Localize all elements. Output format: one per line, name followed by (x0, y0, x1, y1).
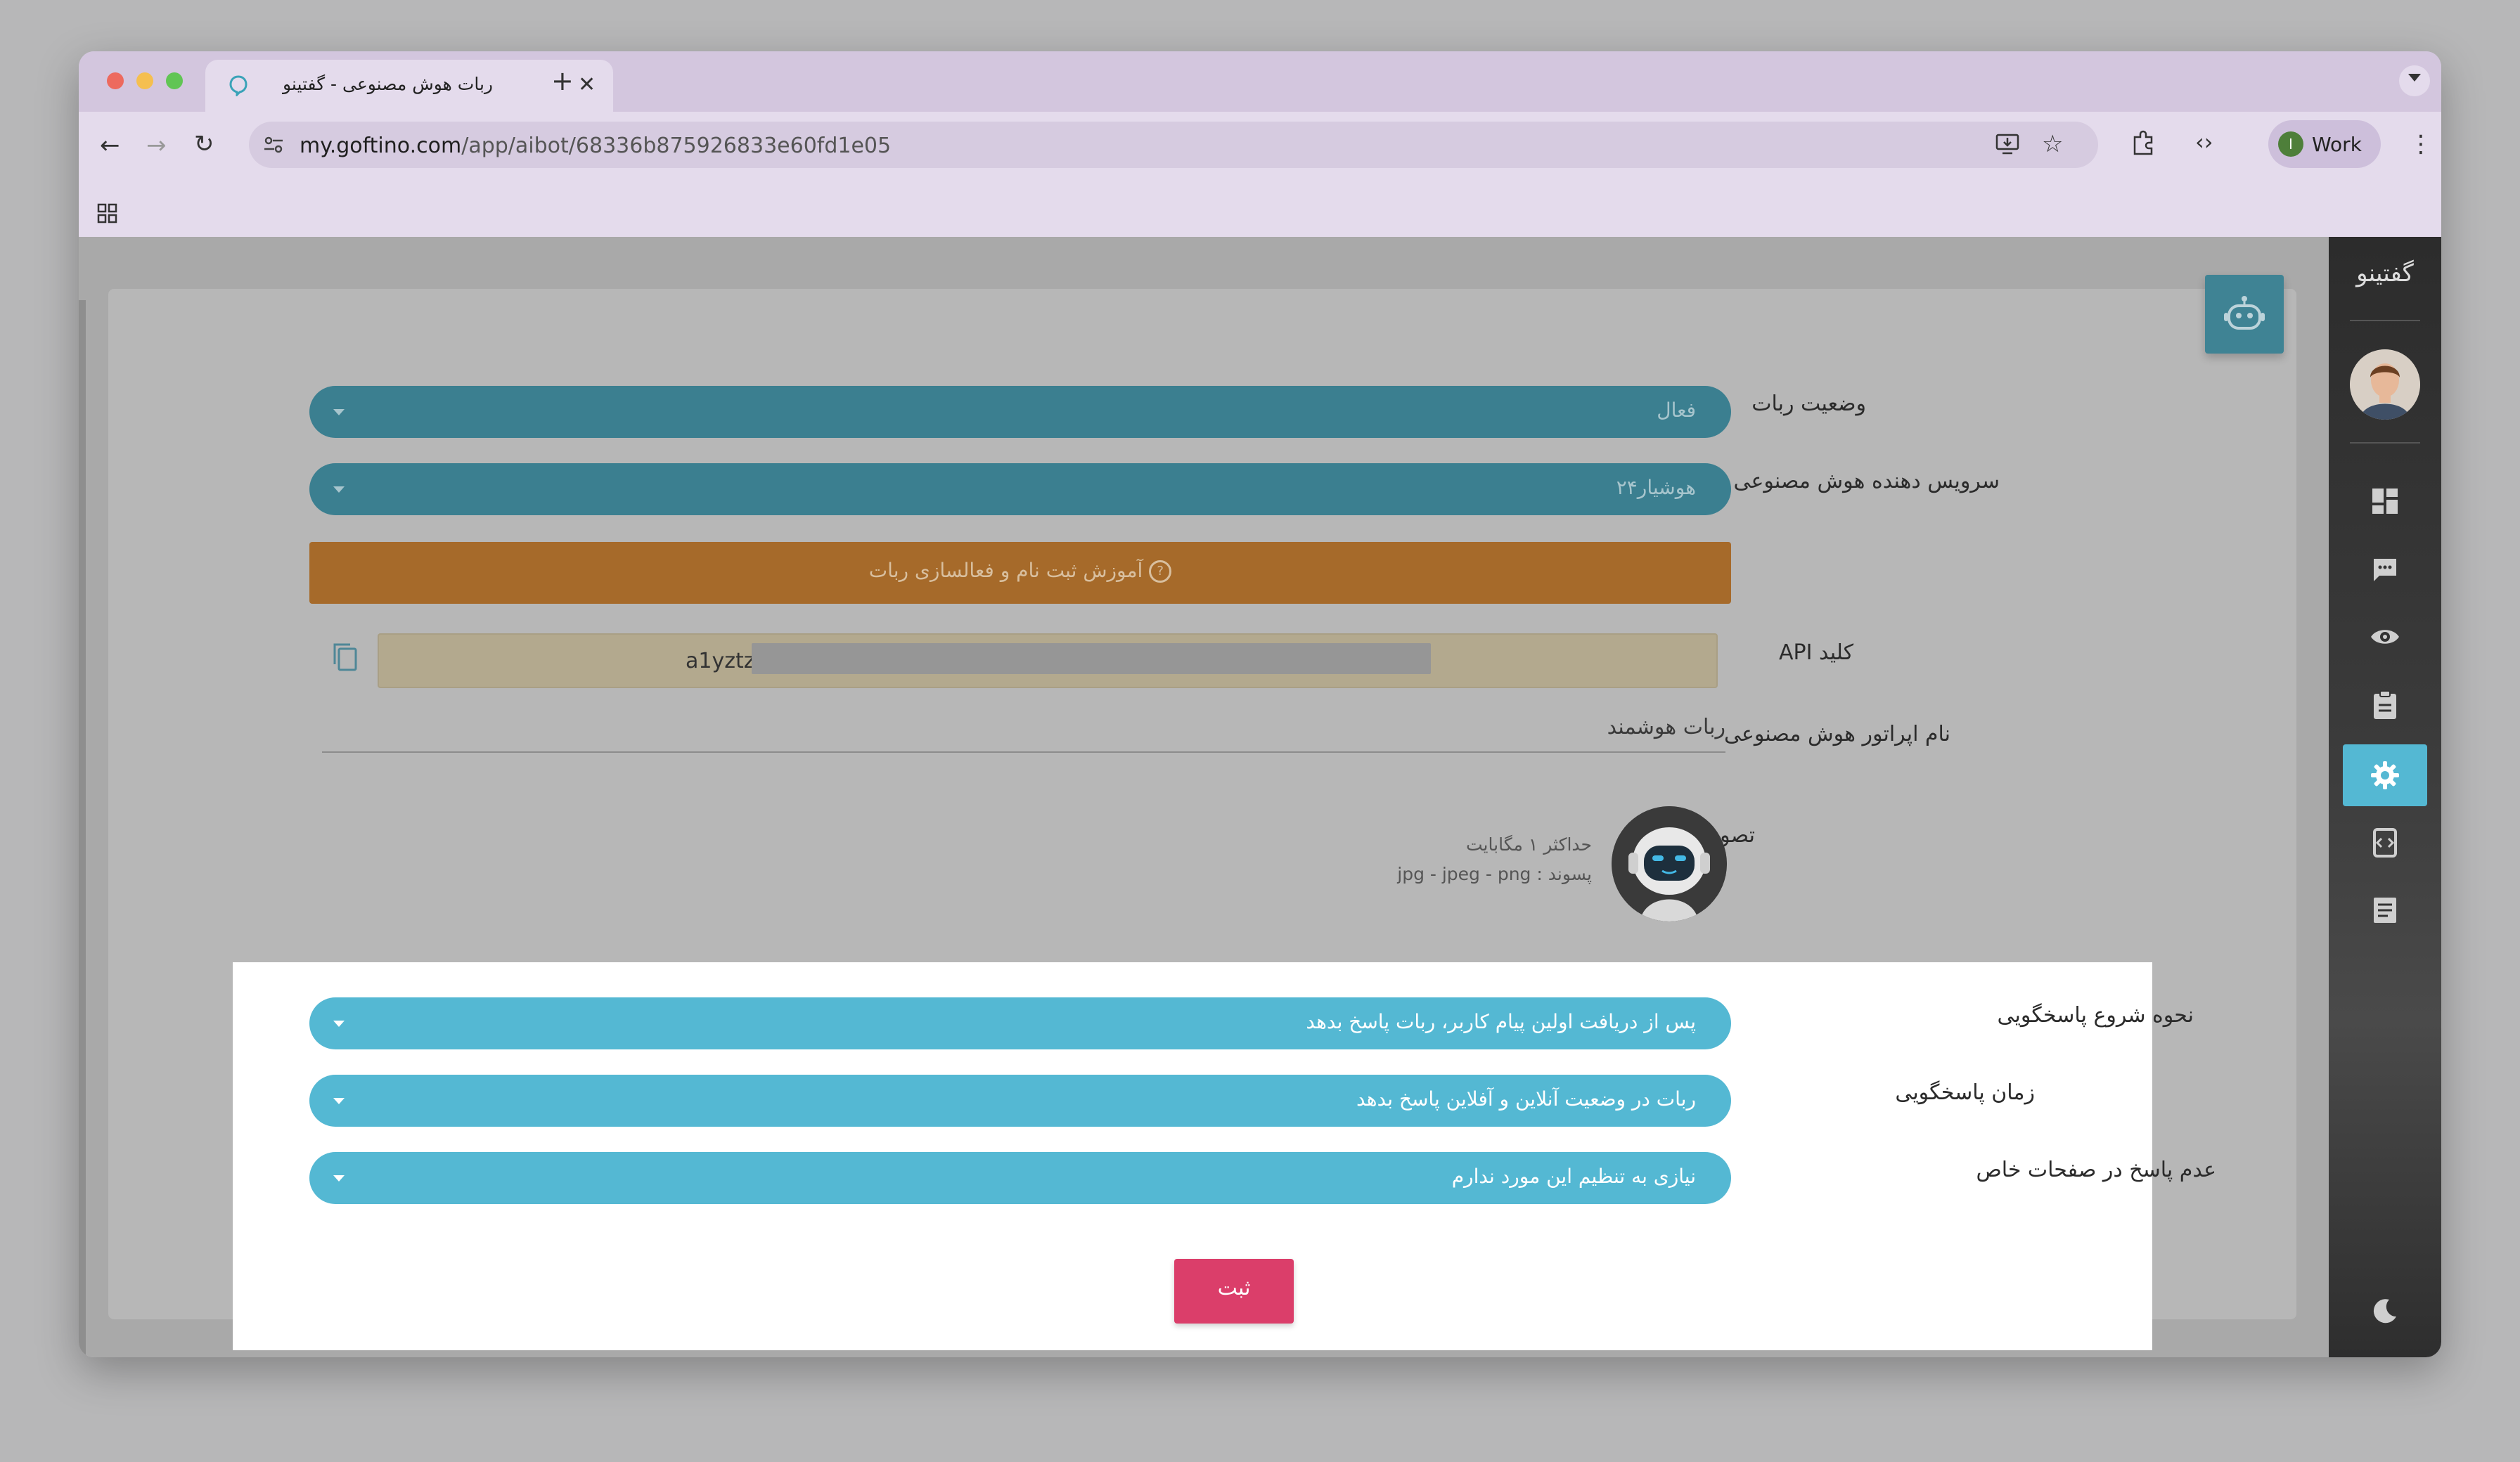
response-time-value: ربات در وضعیت آنلاین و آفلاین پاسخ بدهد (1356, 1087, 1696, 1111)
api-key-field[interactable]: a1yztz6 (378, 633, 1718, 688)
clipboard-icon[interactable] (2372, 690, 2398, 720)
chat-icon[interactable] (2371, 556, 2399, 584)
dashboard-icon[interactable] (2371, 487, 2399, 515)
bot-status-label: وضعیت ربات (1751, 392, 1866, 416)
url-text: my.goftino.com/app/aibot/68336b875926833… (300, 134, 892, 158)
tab-title: ربات هوش مصنوعی - گفتینو (283, 74, 493, 94)
ai-provider-value: هوشیار۲۴ (1616, 476, 1696, 499)
submit-button-label: ثبت (1217, 1276, 1251, 1300)
divider (2350, 320, 2420, 321)
chevron-down-icon (333, 1098, 345, 1104)
browser-menu-icon[interactable]: ⋮ (2409, 130, 2433, 158)
profile-label: Work (2312, 133, 2362, 156)
install-app-icon[interactable] (1995, 133, 2019, 155)
operator-name-input[interactable]: ربات هوشمند (322, 708, 1725, 753)
browser-toolbar: ← → ↻ my.goftino.com/app/aibot/68336b875… (79, 112, 2441, 193)
chevron-down-icon (333, 486, 345, 493)
operator-name-value: ربات هوشمند (1607, 715, 1725, 739)
highlighted-section: نحوه شروع پاسخگویی پس از دریافت اولین پی… (233, 962, 2216, 1350)
ai-provider-select[interactable]: هوشیار۲۴ (309, 463, 1731, 515)
page-content: وضعیت ربات فعال سرویس دهنده هوش مصنوعی ه… (79, 237, 2441, 1357)
help-circle-icon: ? (1149, 560, 1172, 583)
robot-icon (2223, 295, 2265, 332)
bot-status-value: فعال (1657, 399, 1696, 422)
scrollbar[interactable] (79, 300, 86, 1357)
ai-provider-label: سرویس دهنده هوش مصنوعی (1733, 469, 2000, 493)
address-bar[interactable]: my.goftino.com/app/aibot/68336b875926833… (249, 122, 2098, 168)
code-icon[interactable] (2372, 827, 2398, 858)
tutorial-button[interactable]: ? آموزش ثبت نام و فعالسازی ربات (309, 542, 1731, 604)
apps-grid-icon[interactable] (97, 203, 118, 224)
minimize-window-button[interactable] (136, 72, 153, 89)
document-icon[interactable] (2372, 896, 2398, 924)
response-start-value: پس از دریافت اولین پیام کاربر، ربات پاسخ… (1306, 1010, 1696, 1033)
app-sidebar: گفتینو (2329, 237, 2441, 1357)
operator-name-label: نام اپراتور هوش مصنوعی (1723, 722, 1950, 746)
tutorial-button-label: آموزش ثبت نام و فعالسازی ربات (868, 559, 1143, 582)
api-key-redaction (752, 643, 1431, 674)
bot-status-select[interactable]: فعال (309, 386, 1731, 438)
close-tab-icon[interactable]: ✕ (578, 72, 596, 97)
response-time-label: زمان پاسخگویی (1895, 1080, 2035, 1105)
bot-image-extension-hint: پسوند : jpg - jpeg - png (1397, 864, 1592, 884)
reload-icon[interactable]: ↻ (194, 130, 214, 158)
no-response-pages-label: عدم پاسخ در صفحات خاص (1976, 1158, 2216, 1182)
browser-window: ربات هوش مصنوعی - گفتینو ✕ + ← → ↻ my.go… (79, 51, 2441, 1357)
brand-logo[interactable]: گفتینو (2329, 259, 2441, 287)
no-response-pages-select[interactable]: نیازی به تنظیم این مورد ندارم (309, 1152, 1731, 1204)
bookmarks-bar (79, 193, 2441, 238)
gear-icon (2370, 760, 2400, 791)
moon-icon[interactable] (2371, 1297, 2399, 1325)
chevron-down-icon (333, 1175, 345, 1182)
close-window-button[interactable] (107, 72, 124, 89)
profile-avatar: I (2278, 131, 2303, 157)
bot-avatar[interactable] (1612, 806, 1727, 921)
chevron-down-icon (333, 409, 345, 415)
forward-arrow-icon[interactable]: → (146, 131, 167, 160)
tab-search-button[interactable] (2399, 65, 2430, 96)
divider (2350, 442, 2420, 444)
response-start-select[interactable]: پس از دریافت اولین پیام کاربر، ربات پاسخ… (309, 997, 1731, 1049)
submit-button[interactable]: ثبت (1174, 1259, 1294, 1324)
response-start-label: نحوه شروع پاسخگویی (1997, 1003, 2194, 1028)
bot-badge (2205, 275, 2284, 354)
chevron-down-icon (333, 1021, 345, 1027)
devtools-code-icon[interactable]: ‹› (2195, 129, 2213, 155)
copy-icon[interactable] (330, 642, 359, 673)
profile-chip[interactable]: I Work (2268, 120, 2381, 168)
back-arrow-icon[interactable]: ← (100, 131, 120, 160)
extensions-puzzle-icon[interactable] (2132, 130, 2156, 155)
site-favicon-icon (229, 75, 248, 96)
bot-image-size-hint: حداکثر ۱ مگابایت (1466, 834, 1592, 855)
maximize-window-button[interactable] (166, 72, 183, 89)
settings-card: وضعیت ربات فعال سرویس دهنده هوش مصنوعی ه… (108, 289, 2296, 1350)
user-avatar[interactable] (2350, 349, 2420, 420)
no-response-pages-value: نیازی به تنظیم این مورد ندارم (1451, 1165, 1696, 1188)
api-key-label: کلید API (1778, 640, 1853, 665)
tab-strip: ربات هوش مصنوعی - گفتینو ✕ + (79, 51, 2441, 112)
response-time-select[interactable]: ربات در وضعیت آنلاین و آفلاین پاسخ بدهد (309, 1075, 1731, 1127)
bookmark-star-icon[interactable]: ☆ (2042, 130, 2063, 158)
sidebar-item-settings[interactable] (2343, 744, 2427, 806)
site-settings-icon[interactable] (263, 134, 284, 155)
eye-icon[interactable] (2370, 626, 2400, 647)
new-tab-button[interactable]: + (551, 65, 574, 96)
